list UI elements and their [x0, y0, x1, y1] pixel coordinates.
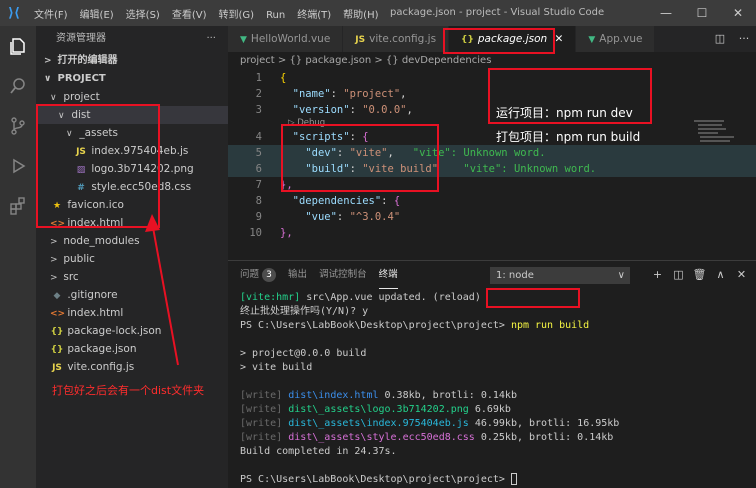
tree-folder-node-modules[interactable]: > node_modules [36, 232, 228, 250]
menu-bar: 文件(F) 编辑(E) 选择(S) 查看(V) 转到(G) Run 终端(T) 帮助(H) [28, 6, 385, 21]
close-panel-icon[interactable]: ✕ [731, 261, 752, 289]
tree-file-dist-index-html[interactable]: <> index.html [36, 214, 228, 232]
tab-helloworld-vue[interactable]: ▼ HelloWorld.vue [228, 26, 344, 52]
editor-area: ▼ HelloWorld.vue JS vite.config.js {} packa… [228, 26, 756, 488]
tree-folder-assets[interactable]: ∨ _assets [36, 124, 228, 142]
explorer-icon[interactable] [0, 26, 36, 66]
menu-view[interactable]: 查看(V) [172, 10, 207, 21]
title-bar: ⟩⟨ 文件(F) 编辑(E) 选择(S) 查看(V) 转到(G) Run 终端(T) 帮助(H… [0, 0, 756, 26]
open-editors-section[interactable]: > 打开的编辑器 [36, 52, 228, 70]
tab-terminal[interactable]: 终端 [378, 261, 398, 289]
tab-problems[interactable]: 问题 3 [240, 261, 277, 289]
html-file-icon: <> [50, 219, 66, 229]
json-file-icon: {} [461, 35, 474, 45]
more-actions-icon[interactable]: ··· [206, 26, 216, 52]
menu-selection[interactable]: 选择(S) [126, 10, 160, 21]
tree-folder-src[interactable]: > src [36, 268, 228, 286]
maximize-panel-icon[interactable]: ∧ [710, 261, 731, 289]
chevron-down-icon: ∨ [617, 270, 625, 281]
tab-vite-config-js[interactable]: JS vite.config.js [343, 26, 450, 52]
explorer-sidebar: 资源管理器 ··· > 打开的编辑器 ∨ PROJECT ∨ project ∨ … [36, 26, 228, 488]
css-file-icon: # [77, 183, 85, 193]
json-file-icon: {} [50, 345, 64, 355]
tree-file-package-json[interactable]: {} package.json [36, 340, 228, 358]
lint-error-text: "vite": Unknown word. [412, 147, 546, 159]
split-editor-icon[interactable]: ◫ [708, 26, 732, 52]
vscode-logo-icon: ⟩⟨ [8, 5, 20, 21]
favicon-file-icon: ★ [52, 201, 62, 211]
menu-help[interactable]: 帮助(H) [343, 10, 378, 21]
tab-output[interactable]: 输出 [288, 261, 307, 289]
terminal-cursor [510, 473, 517, 485]
image-file-icon: ▨ [76, 165, 86, 175]
explorer-header: 资源管理器 ··· [36, 26, 228, 52]
note-build-project: 打包项目：npm run build [496, 130, 641, 144]
tab-package-json[interactable]: {} package.json ✕ [449, 26, 577, 52]
js-file-icon: JS [355, 35, 366, 45]
minimize-button[interactable]: — [648, 0, 684, 26]
split-terminal-icon[interactable]: ◫ [668, 261, 689, 289]
breadcrumb[interactable]: project > {} package.json > {} devDepend… [228, 52, 756, 70]
dist-annotation-note: 打包好之后会有一个dist文件夹 [52, 384, 205, 397]
terminal-output[interactable]: [vite:hmr] src\App.vue updated. (reload)… [240, 291, 619, 487]
debug-codelens[interactable]: ▷ Debug [228, 118, 756, 129]
close-tab-icon[interactable]: ✕ [555, 33, 564, 45]
tab-debug-console[interactable]: 调试控制台 [319, 261, 367, 289]
build-command: npm run build [510, 320, 590, 331]
tree-file-vite-config-js[interactable]: JS vite.config.js [36, 358, 228, 376]
menu-go[interactable]: 转到(G) [219, 10, 255, 21]
js-file-icon: JS [52, 363, 62, 373]
tree-file-style-css[interactable]: # style.ecc50ed8.css [36, 178, 228, 196]
lint-error-text: "vite": Unknown word. [463, 163, 597, 175]
note-run-project: 运行项目：npm run dev [496, 106, 633, 120]
menu-terminal[interactable]: 终端(T) [297, 10, 331, 21]
code-editor[interactable]: 1{ 2 "name": "project", 3 "version": "0.… [228, 70, 756, 260]
js-file-icon: JS [76, 147, 86, 157]
tree-file-logo-png[interactable]: ▨ logo.3b714202.png [36, 160, 228, 178]
tree-file-index-js[interactable]: JS index.975404eb.js [36, 142, 228, 160]
menu-file[interactable]: 文件(F) [34, 10, 68, 21]
search-icon[interactable] [0, 66, 36, 106]
tree-folder-dist[interactable]: ∨ dist [36, 106, 228, 124]
annotation-arrow-icon [145, 214, 179, 366]
tree-file-gitignore[interactable]: ◆ .gitignore [36, 286, 228, 304]
minimap[interactable] [694, 118, 744, 148]
close-window-button[interactable]: ✕ [720, 0, 756, 26]
tree-folder-project[interactable]: ∨ project [36, 88, 228, 106]
menu-run[interactable]: Run [266, 10, 285, 21]
bottom-panel: 问题 3 输出 调试控制台 终端 1: node ∨ + ◫ 🗑 ∧ ✕ [vit… [228, 260, 756, 488]
git-file-icon: ◆ [53, 291, 61, 301]
vue-file-icon: ▼ [588, 35, 596, 45]
extensions-icon[interactable] [0, 186, 36, 226]
new-terminal-icon[interactable]: + [647, 261, 668, 289]
tree-file-index-html[interactable]: <> index.html [36, 304, 228, 322]
html-file-icon: <> [50, 309, 66, 319]
run-debug-icon[interactable] [0, 146, 36, 186]
more-actions-icon[interactable]: ··· [732, 26, 756, 52]
terminal-select[interactable]: 1: node ∨ [490, 267, 630, 284]
activity-bar [0, 26, 36, 488]
tree-folder-public[interactable]: > public [36, 250, 228, 268]
tree-file-package-lock-json[interactable]: {} package-lock.json [36, 322, 228, 340]
problems-count-badge: 3 [262, 268, 277, 282]
project-root-section[interactable]: ∨ PROJECT [36, 70, 228, 88]
vue-file-icon: ▼ [240, 35, 247, 45]
menu-edit[interactable]: 编辑(E) [80, 10, 114, 21]
tab-app-vue[interactable]: ▼ App.vue [576, 26, 656, 52]
source-control-icon[interactable] [0, 106, 36, 146]
maximize-button[interactable]: ☐ [684, 0, 720, 26]
json-file-icon: {} [50, 327, 64, 337]
tree-file-favicon[interactable]: ★ favicon.ico [36, 196, 228, 214]
window-title: package.json - project - Visual Studio C… [390, 7, 605, 18]
trash-icon[interactable]: 🗑 [689, 261, 710, 289]
editor-tabs: ▼ HelloWorld.vue JS vite.config.js {} packa… [228, 26, 756, 52]
